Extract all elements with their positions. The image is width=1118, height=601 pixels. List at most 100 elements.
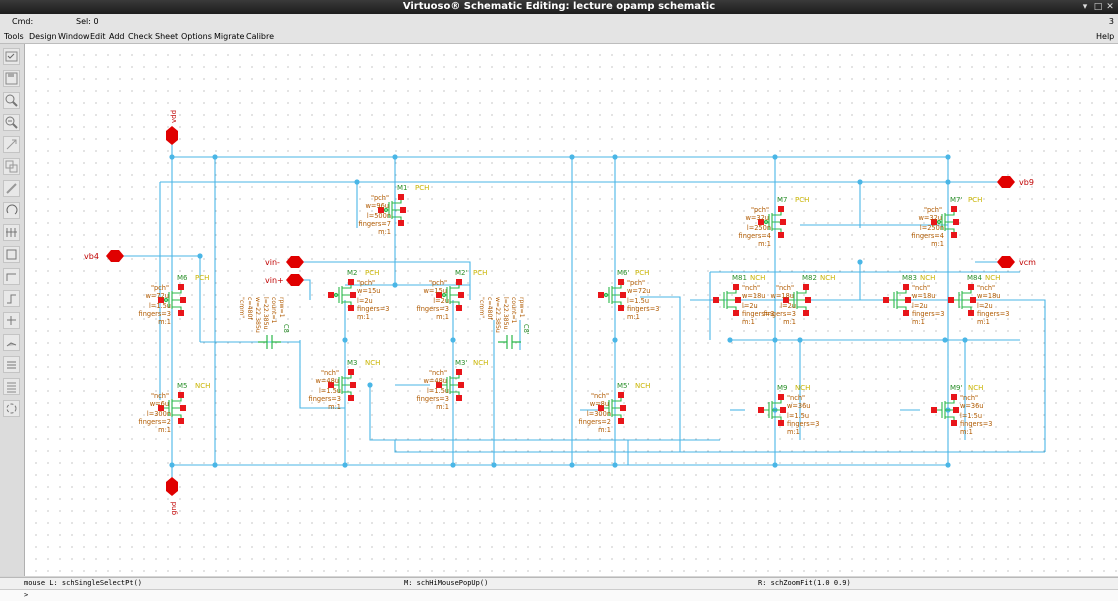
device-param: m:1 <box>436 313 449 321</box>
undo-icon[interactable] <box>3 202 20 219</box>
descend-icon[interactable] <box>3 356 20 373</box>
vin-plus-pin[interactable]: vin+ <box>265 274 304 286</box>
device-param: m:1 <box>627 313 640 321</box>
device-param: w=18u <box>771 292 795 300</box>
transistor-m9-prime[interactable]: M9' NCH "nch"w=36u l=1.5ufingers=3m:1 <box>931 384 992 436</box>
gnd-pin[interactable]: gnd <box>166 477 178 515</box>
add-instance-icon[interactable] <box>3 224 20 241</box>
device-param: "nch" <box>742 284 760 292</box>
stretch-icon[interactable] <box>3 136 20 153</box>
menu-help[interactable]: Help <box>1096 30 1114 43</box>
menu-edit[interactable]: Edit <box>90 30 106 43</box>
capacitor-param: count=1 <box>510 297 517 324</box>
device-param: w=72u <box>146 292 170 300</box>
device-name: M6' <box>617 269 629 277</box>
device-name: M9' <box>950 384 962 392</box>
hierarchy-icon[interactable] <box>3 334 20 351</box>
transistor-m2[interactable]: M2 PCH "pch"w=15u l=2ufingers=3m:1 <box>328 269 389 321</box>
vdd-pin[interactable]: vdd <box>166 110 178 145</box>
device-type: NCH <box>820 274 835 282</box>
device-param: "pch" <box>151 284 169 292</box>
menu-tools[interactable]: Tools <box>4 30 24 43</box>
transistor-m9[interactable]: M9 NCH "nch"w=36u l=1.5ufingers=3m:1 <box>758 384 819 436</box>
capacitor-param: l=22.385u <box>502 297 509 330</box>
device-param: l=1.5u <box>787 412 809 420</box>
capacitor-1[interactable]: C8 "cmm" c=480f w=22.385u l=22.385u count=1 rp… <box>238 297 290 349</box>
device-param: fingers=3 <box>960 420 992 428</box>
device-param: m:1 <box>977 318 990 326</box>
device-param: m:1 <box>436 403 449 411</box>
vb4-pin[interactable]: vb4 <box>84 250 124 262</box>
device-type: NCH <box>985 274 1000 282</box>
device-param: l=250n <box>747 224 771 232</box>
transistor-m6-prime[interactable]: M6' PCH "pch"w=72u l=1.5ufingers=3m:1 <box>598 269 659 321</box>
menu-design[interactable]: Design <box>29 30 57 43</box>
device-type: NCH <box>635 382 650 390</box>
device-param: "nch" <box>977 284 995 292</box>
device-name: M7 <box>777 196 788 204</box>
device-param: w=32u <box>746 214 770 222</box>
vb9-pin[interactable]: vb9 <box>997 176 1034 188</box>
capacitor-name: C8 <box>282 324 290 333</box>
device-param: w=6u <box>150 400 169 408</box>
capacitor-2[interactable]: C8' "cmm" c=480f w=22.385u l=22.385u count=1 r… <box>478 297 530 349</box>
capacitor-param: "cmm" <box>478 297 485 318</box>
add-net-icon[interactable] <box>3 312 20 329</box>
device-param: "pch" <box>429 279 447 287</box>
vin-minus-pin[interactable]: vin- <box>265 256 304 268</box>
menu-migrate[interactable]: Migrate <box>214 30 244 43</box>
close-icon[interactable]: ✕ <box>1105 2 1115 12</box>
window-title: Virtuoso® Schematic Editing: lecture opa… <box>402 1 716 12</box>
maximize-icon[interactable]: □ <box>1093 2 1103 12</box>
device-param: "pch" <box>924 206 942 214</box>
properties-icon[interactable] <box>3 378 20 395</box>
vcm-pin[interactable]: vcm <box>997 256 1036 268</box>
delete-icon[interactable] <box>3 180 20 197</box>
menu-calibre[interactable]: Calibre <box>246 30 274 43</box>
device-param: "nch" <box>429 369 447 377</box>
device-name: M84 <box>967 274 982 282</box>
device-param: "nch" <box>591 392 609 400</box>
schematic-canvas[interactable]: vdd gnd vb4 vin- vin+ vb9 vcm M6 PCH "pch"… <box>25 44 1118 576</box>
device-param: fingers=4 <box>912 232 944 240</box>
device-param: "nch" <box>787 394 805 402</box>
redo-icon[interactable] <box>3 400 20 417</box>
copy-icon[interactable] <box>3 158 20 175</box>
add-pin-icon[interactable] <box>3 268 20 285</box>
device-param: l=2u <box>780 302 796 310</box>
add-wire-icon[interactable] <box>3 246 20 263</box>
menu-sheet[interactable]: Sheet <box>155 30 178 43</box>
minimize-icon[interactable]: ▾ <box>1080 2 1090 12</box>
transistor-m1[interactable]: M1 PCH "pch"w=96u l=500nfingers=7m:1 <box>359 184 430 236</box>
add-label-icon[interactable] <box>3 290 20 307</box>
device-param: l=1.5u <box>427 387 449 395</box>
device-param: w=36u <box>787 402 811 410</box>
transistor-m5[interactable]: M5 NCH "nch"w=6u l=300nfingers=2m:1 <box>139 382 211 434</box>
device-param: fingers=3 <box>417 395 449 403</box>
menu-add[interactable]: Add <box>109 30 125 43</box>
transistor-m7[interactable]: M7 PCH "pch"w=32u l=250nfingers=4m:1 <box>739 196 810 248</box>
device-param: l=2u <box>977 302 993 310</box>
zoom-in-icon[interactable] <box>3 92 20 109</box>
menu-check[interactable]: Check <box>128 30 153 43</box>
transistor-m6[interactable]: M6 PCH "pch"w=72u l=1.5ufingers=3m:1 <box>139 274 210 326</box>
device-type: NCH <box>750 274 765 282</box>
schematic-drawing[interactable]: vdd gnd vb4 vin- vin+ vb9 vcm M6 PCH "pch"… <box>25 44 1118 576</box>
check-save-icon[interactable] <box>3 48 20 65</box>
save-icon[interactable] <box>3 70 20 87</box>
capacitor-param: l=22.385u <box>262 297 269 330</box>
mouse-middle-hint: M: schHiMousePopUp() <box>404 579 489 587</box>
device-param: l=500n <box>367 212 391 220</box>
command-prompt[interactable]: > <box>0 589 1118 601</box>
transistor-m7-prime[interactable]: M7' PCH "pch"w=32u l=250nfingers=4m:1 <box>912 196 983 248</box>
device-name: M3' <box>455 359 467 367</box>
vin-plus-label: vin+ <box>265 276 284 285</box>
menu-options[interactable]: Options <box>181 30 212 43</box>
device-param: m:1 <box>931 240 944 248</box>
device-param: "pch" <box>751 206 769 214</box>
device-param: m:1 <box>378 228 391 236</box>
status-row: Cmd: Sel: 0 3 <box>0 14 1118 31</box>
transistor-m2-prime[interactable]: M2' PCH "pch"w=15u l=2ufingers=3m:1 <box>417 269 488 321</box>
zoom-out-icon[interactable] <box>3 114 20 131</box>
menu-window[interactable]: Window <box>58 30 90 43</box>
